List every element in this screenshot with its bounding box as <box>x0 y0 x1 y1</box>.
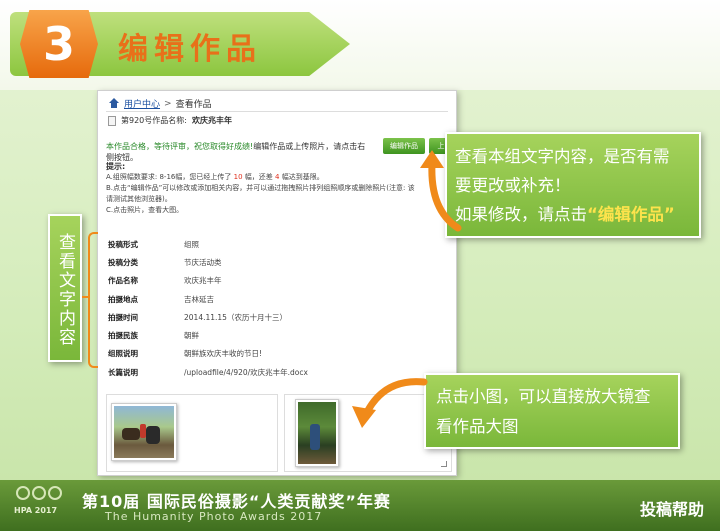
callout-zoom-hint: 点击小图，可以直接放大镜查 看作品大图 <box>424 373 680 449</box>
arrow-to-thumbnail-icon <box>352 378 428 428</box>
photo-thumbnail[interactable] <box>295 399 339 467</box>
header-banner: 3 编辑作品 <box>0 0 720 90</box>
breadcrumb-user-center-link[interactable]: 用户中心 <box>124 97 160 110</box>
tips-title: 提示: <box>106 162 126 171</box>
callout-line: 查看本组文字内容，是否有需 <box>455 147 670 166</box>
work-number-label: 第920号作品名称: <box>121 116 187 125</box>
submission-help-link[interactable]: 投稿帮助 <box>640 496 704 520</box>
resize-handle-icon[interactable] <box>441 461 447 467</box>
info-row: 作品名称 欢庆兆丰年 <box>108 276 222 286</box>
step-title: 编辑作品 <box>118 32 262 67</box>
bracket-indicator <box>82 232 98 368</box>
callout-line: 如果修改，请点击“编辑作品” <box>455 205 675 224</box>
document-icon <box>108 115 116 126</box>
tip-b-cont: 请测试其他浏览器)。 <box>106 195 172 203</box>
work-heading: 第920号作品名称: 欢庆兆丰年 <box>108 115 232 126</box>
step-number-badge: 3 <box>20 10 98 78</box>
callout-line: 要更改或补充！ <box>455 176 571 195</box>
side-label-view-text: 查看文字内容 <box>48 214 82 362</box>
info-row: 投稿形式 组照 <box>108 239 199 249</box>
breadcrumb: 用户中心 > 查看作品 <box>108 97 212 110</box>
tip-c: C.点击照片，查看大图。 <box>106 206 184 214</box>
info-row: 拍摄民族 朝鲜 <box>108 331 199 341</box>
info-row: 投稿分类 节庆活动类 <box>108 257 222 267</box>
tips-block: 提示: A.组照幅数要求: 8-16幅，您已经上传了 10 幅，还差 4 幅达到… <box>106 161 451 216</box>
home-icon <box>108 98 120 109</box>
footer-subtitle: The Humanity Photo Awards 2017 <box>105 510 323 523</box>
status-message: 本作品合格，等待评审，祝您取得好成绩!编辑作品或上传照片，请点击右侧按钮。 <box>106 141 366 163</box>
tip-b: B.点击“编辑作品”可以修改或添加相关内容，并可以通过拖拽照片排列组照顺序或删除… <box>106 184 415 192</box>
photo-oxen-image <box>114 406 174 458</box>
status-ok-text: 本作品合格，等待评审，祝您取得好成绩! <box>106 142 254 151</box>
callout-line: 点击小图，可以直接放大镜查 <box>436 387 651 406</box>
breadcrumb-separator: > <box>164 98 172 109</box>
footer-bar: HPA 2017 第10届 国际民俗摄影“人类贡献奖”年赛 The Humani… <box>0 480 720 531</box>
callout-line: 看作品大图 <box>436 417 519 436</box>
photo-thumbnail[interactable] <box>111 403 177 461</box>
info-row: 拍摄地点 吉林延吉 <box>108 294 214 304</box>
info-row: 拍摄时间 2014.11.15（农历十月十三） <box>108 312 287 322</box>
step-number: 3 <box>42 17 75 71</box>
work-name: 欢庆兆丰年 <box>191 116 232 125</box>
tip-a: A.组照幅数要求: 8-16幅，您已经上传了 10 幅，还差 4 幅达到基限。 <box>106 173 324 181</box>
breadcrumb-current: 查看作品 <box>175 100 212 110</box>
photo-portrait-image <box>298 402 336 464</box>
footer-title: 第10届 国际民俗摄影“人类贡献奖”年赛 <box>82 492 391 511</box>
photo-area-left <box>106 394 278 472</box>
info-row: 组照说明 朝鲜族欢庆丰收的节日! <box>108 349 263 359</box>
divider <box>106 111 448 112</box>
callout-edit-hint: 查看本组文字内容，是否有需 要更改或补充！ 如果修改，请点击“编辑作品” <box>445 132 701 238</box>
hpa-logo: HPA 2017 <box>10 486 74 528</box>
work-info-table: 投稿形式 组照 投稿分类 节庆活动类 作品名称 欢庆兆丰年 拍摄地点 吉林延吉 拍摄时间… <box>108 235 408 381</box>
arrow-to-edit-button-icon <box>420 150 462 232</box>
logo-text: HPA 2017 <box>14 506 58 515</box>
